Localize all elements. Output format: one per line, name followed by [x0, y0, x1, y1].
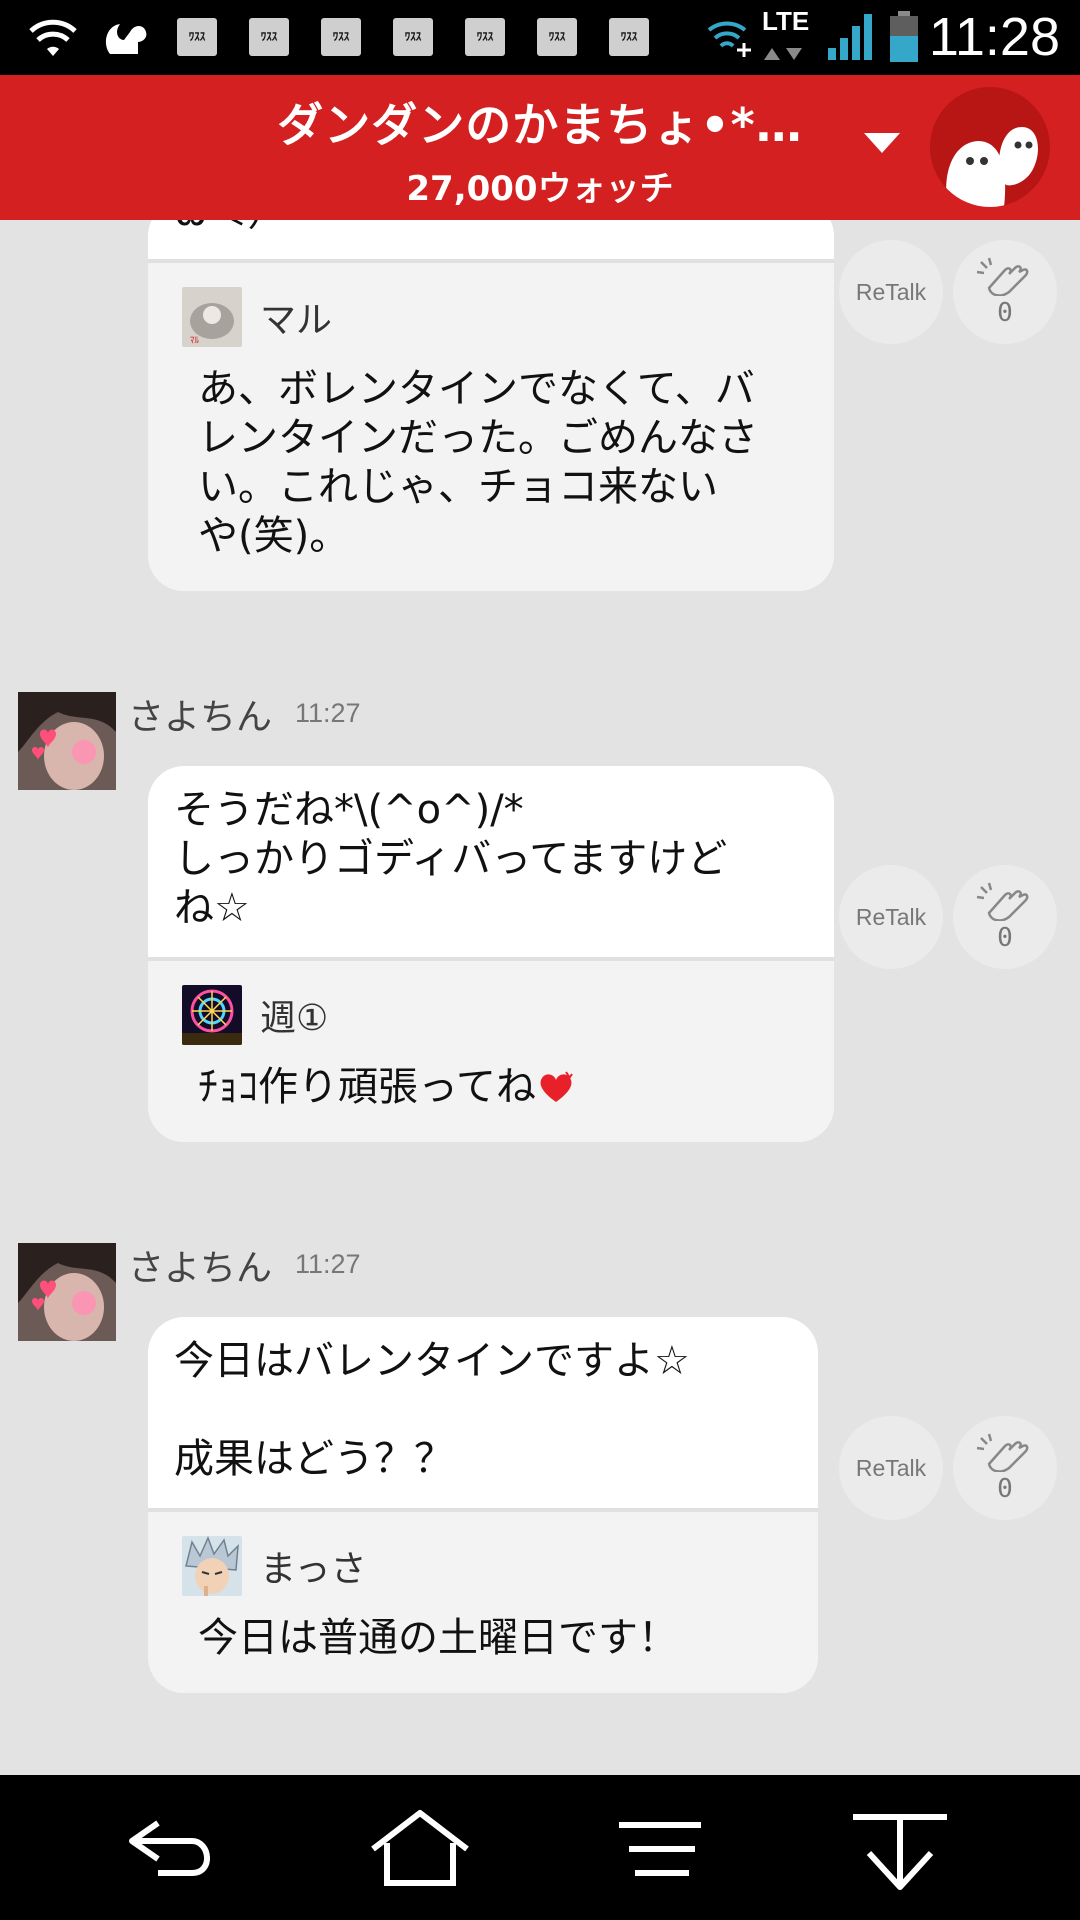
message-bubble[interactable]: 今日はバレンタインですよ☆ 成果はどう？？ まっさ 今日は普通の土曜日です！ [148, 1317, 818, 1693]
heart-icon [540, 1071, 573, 1102]
navigation-bar [0, 1775, 1080, 1920]
reply-text: 今日は普通の土曜日です！ [198, 1615, 678, 1661]
reply-author: マル [260, 300, 333, 341]
network-type: LTE [762, 6, 810, 36]
clap-button[interactable]: 0 [953, 1416, 1057, 1520]
download-icon[interactable] [845, 1803, 955, 1893]
message-time: 11:27 [295, 698, 361, 728]
app-screen: ﾜｽｽ ﾜｽｽ ﾜｽｽ ﾜｽｽ ﾜｽｽ ﾜｽｽ ﾜｽｽ LTE 11:28 ダン… [0, 0, 1080, 1920]
message-bubble[interactable]: ω＜） ﾏﾙ マル あ、ボレンタインでなくて、バ レンタインだった。ごめんなさ … [148, 220, 834, 591]
message-text: そうだね*\(^o^)/* しっかりゴディバってますけど ね☆ [174, 787, 728, 931]
reply-avatar[interactable]: ﾏﾙ [182, 287, 242, 347]
sender-name: さよちん [128, 697, 273, 738]
reply-text: ﾁｮｺ作り頑張ってね [182, 1063, 804, 1112]
clap-button[interactable]: 0 [953, 865, 1057, 969]
battery-icon [890, 11, 918, 62]
retalk-button[interactable]: ReTalk [839, 865, 943, 969]
cell-signal-icon [828, 14, 872, 60]
notification-icon: ﾜｽｽ [393, 18, 433, 56]
reply-section: 週① ﾁｮｺ作り頑張ってね [148, 957, 834, 1142]
dropdown-icon[interactable] [862, 121, 902, 161]
reply-author: まっさ [260, 1549, 367, 1590]
clap-icon [976, 257, 1029, 296]
reply-section: ﾏﾙ マル あ、ボレンタインでなくて、バ レンタインだった。ごめんなさ い。これ… [148, 259, 834, 591]
sender-name: さよちん [128, 1248, 273, 1289]
message-text: 今日はバレンタインですよ☆ 成果はどう？？ [174, 1338, 690, 1482]
reply-section: まっさ 今日は普通の土曜日です！ [148, 1508, 818, 1693]
room-header: ダンダンのかまちょ•*… 27,000ウォッチ [0, 75, 1080, 220]
squirrel-icon [105, 24, 147, 54]
reply-text: あ、ボレンタインでなくて、バ レンタインだった。ごめんなさ い。これじゃ、チョコ… [198, 366, 758, 559]
notification-icon: ﾜｽｽ [537, 18, 577, 56]
watch-count: 27,000ウォッチ [406, 169, 674, 209]
ghost-mascot-icon [946, 127, 1038, 207]
chat-timeline[interactable]: ω＜） ﾏﾙ マル あ、ボレンタインでなくて、バ レンタインだった。ごめんなさ … [0, 220, 1080, 1775]
retalk-button[interactable]: ReTalk [839, 240, 943, 344]
wifi-icon [29, 19, 77, 56]
reply-avatar[interactable] [182, 1536, 242, 1596]
notification-icon: ﾜｽｽ [177, 18, 217, 56]
notification-icon: ﾜｽｽ [609, 18, 649, 56]
sender-avatar[interactable] [18, 692, 116, 790]
status-time: 11:28 [928, 7, 1060, 67]
back-icon[interactable] [118, 1803, 228, 1893]
reply-avatar[interactable] [182, 985, 242, 1045]
svg-text:ﾏﾙ: ﾏﾙ [190, 335, 200, 345]
sender-avatar[interactable] [18, 1243, 116, 1341]
room-avatar[interactable] [930, 87, 1050, 207]
reply-author: 週① [260, 998, 329, 1039]
notification-icon: ﾜｽｽ [249, 18, 289, 56]
clap-count: 0 [997, 298, 1013, 328]
notification-icon: ﾜｽｽ [321, 18, 361, 56]
notification-icon: ﾜｽｽ [465, 18, 505, 56]
clap-count: 0 [997, 923, 1013, 953]
wifi-signal-icon [707, 21, 751, 57]
lte-arrows-icon [764, 48, 802, 60]
status-bar: ﾜｽｽ ﾜｽｽ ﾜｽｽ ﾜｽｽ ﾜｽｽ ﾜｽｽ ﾜｽｽ LTE 11:28 [0, 0, 1080, 75]
retalk-button[interactable]: ReTalk [839, 1416, 943, 1520]
clap-count: 0 [997, 1474, 1013, 1504]
clap-icon [976, 882, 1029, 921]
clap-icon [976, 1433, 1029, 1472]
message-text: ω＜） [148, 220, 834, 259]
menu-icon[interactable] [605, 1803, 715, 1893]
clap-button[interactable]: 0 [953, 240, 1057, 344]
message-bubble[interactable]: そうだね*\(^o^)/* しっかりゴディバってますけど ね☆ 週① ﾁｮｺ作り… [148, 766, 834, 1142]
home-icon[interactable] [365, 1803, 475, 1893]
room-title[interactable]: ダンダンのかまちょ•*… [0, 89, 1080, 155]
message-time: 11:27 [295, 1249, 361, 1279]
